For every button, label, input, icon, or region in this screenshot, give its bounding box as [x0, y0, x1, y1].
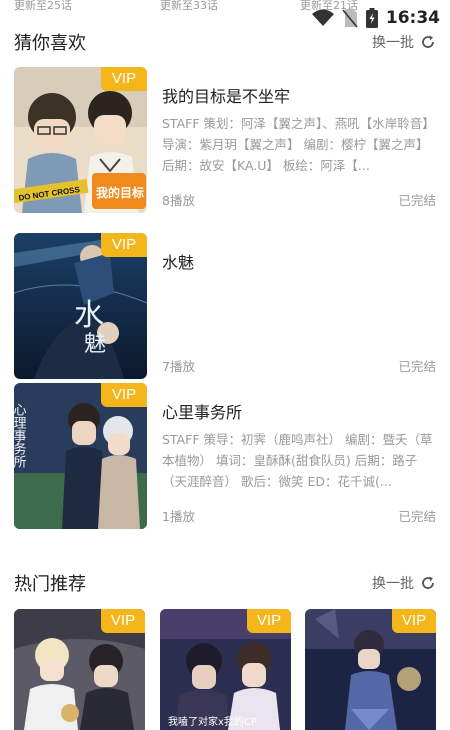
item-title[interactable]: 心里事务所 — [162, 403, 436, 423]
guess-section-header: 猜你喜欢 换一批 — [14, 29, 436, 55]
refresh-button[interactable]: 换一批 — [372, 32, 436, 52]
wifi-icon — [311, 9, 334, 26]
refresh-label: 换一批 — [372, 576, 414, 592]
cut-off-episode-text: 更新至25话 — [14, 0, 72, 12]
cover-title-text: 我嗑了对家x我的CP — [168, 715, 257, 728]
hot-item-cover[interactable]: VIP — [14, 609, 145, 730]
section-title: 猜你喜欢 — [14, 33, 86, 54]
item-description: STAFF 策导：初霁（鹿鸣声社） 编剧：暨夭（草本植物） 填词：皇酥酥(甜食队… — [162, 432, 433, 489]
vip-badge: VIP — [101, 383, 147, 407]
play-count: 7播放 — [162, 359, 195, 374]
item-description: STAFF 策划：阿泽【翼之声】、燕吼【水岸聆音】 导演：紫月玥【翼之声】 编剧… — [162, 116, 435, 173]
vip-badge: VIP — [101, 233, 147, 257]
cover-title-text: 水 — [74, 298, 104, 333]
status-label: 已完结 — [398, 509, 436, 524]
status-label: 已完结 — [398, 193, 436, 208]
refresh-icon — [422, 35, 434, 48]
item-title[interactable]: 水魅 — [162, 253, 436, 273]
refresh-label: 换一批 — [372, 35, 414, 51]
status-label: 已完结 — [398, 359, 436, 374]
cover-image[interactable]: 心理事务所 VIP — [14, 383, 147, 529]
list-item[interactable]: 心理事务所 VIP 心里事务所 STAFF 策导：初霁（鹿鸣声社） 编剧：暨夭（… — [14, 383, 436, 529]
play-count: 8播放 — [162, 193, 195, 208]
status-bar: 更新至25话 更新至33话 更新至21话 16:34 — [0, 0, 450, 32]
vip-badge: VIP — [392, 609, 436, 633]
hot-item-cover[interactable]: VIP — [305, 609, 436, 730]
vip-badge: VIP — [101, 609, 145, 633]
hot-item-cover[interactable]: 我嗑了对家x我的CP VIP — [160, 609, 291, 730]
hot-section-header: 热门推荐 换一批 — [14, 570, 436, 596]
list-item[interactable]: 水 魅 VIP 水魅 7播放 已完结 — [14, 233, 436, 379]
status-time: 16:34 — [385, 8, 440, 28]
no-sim-icon — [342, 9, 358, 28]
section-title: 热门推荐 — [14, 574, 86, 595]
refresh-button[interactable]: 换一批 — [372, 573, 436, 593]
refresh-icon — [422, 576, 434, 589]
cover-image[interactable]: 水 魅 VIP — [14, 233, 147, 379]
play-count: 1播放 — [162, 509, 195, 524]
cover-title-text: 魅 — [84, 332, 106, 357]
cover-logo-text: 我的目标 — [96, 185, 144, 200]
vip-badge: VIP — [101, 67, 147, 91]
cover-title-text: 心理事务所 — [14, 403, 26, 468]
cut-off-episode-text: 更新至33话 — [160, 0, 218, 12]
list-item[interactable]: DO NOT CROSS 我的目标 VIP 我的目标是不坐牢 STAFF 策划：… — [14, 67, 436, 213]
vip-badge: VIP — [247, 609, 291, 633]
item-description — [162, 279, 436, 342]
cover-image[interactable]: DO NOT CROSS 我的目标 VIP — [14, 67, 147, 213]
battery-icon — [365, 8, 378, 28]
item-title[interactable]: 我的目标是不坐牢 — [162, 87, 436, 107]
